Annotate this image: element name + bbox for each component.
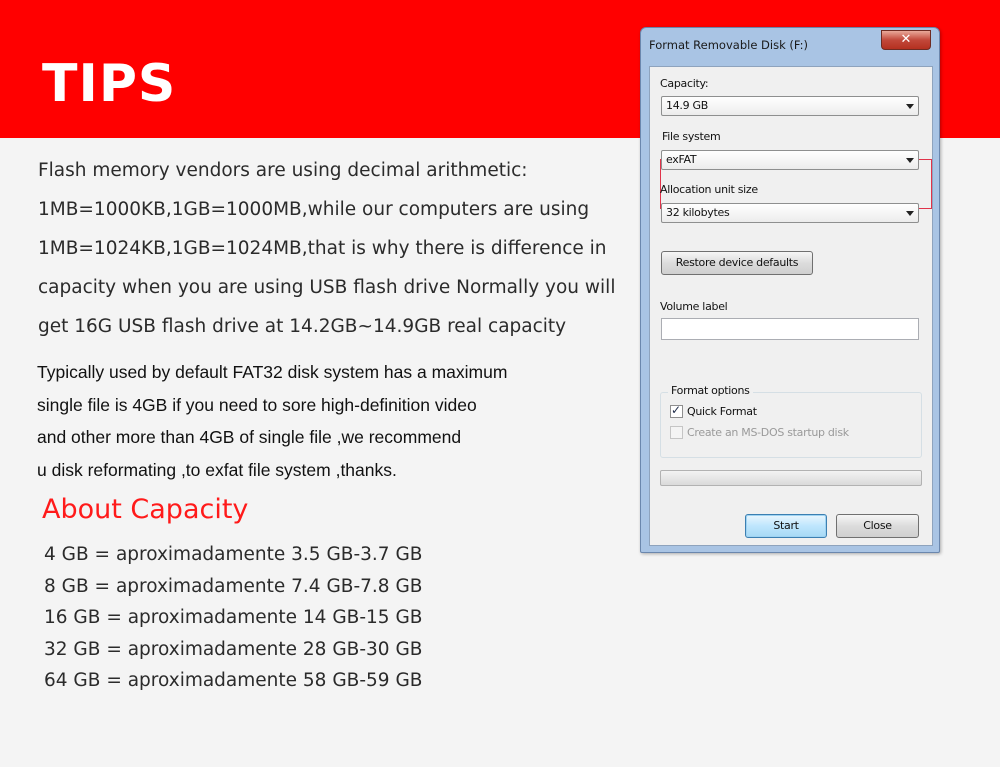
decimal-explanation: Flash memory vendors are using decimal a… xyxy=(38,155,638,350)
chevron-down-icon xyxy=(906,104,914,109)
intro-line: capacity when you are using USB flash dr… xyxy=(38,277,616,298)
about-capacity-title: About Capacity xyxy=(42,494,249,525)
filesystem-label: File system xyxy=(662,130,721,143)
close-icon[interactable]: ✕ xyxy=(881,30,931,50)
tips-title: TIPS xyxy=(42,54,177,114)
volume-label: Volume label xyxy=(660,300,728,313)
intro-line: get 16G USB flash drive at 14.2GB~14.9GB… xyxy=(38,316,567,337)
capacity-item: 64 GB = aproximadamente 58 GB-59 GB xyxy=(44,670,423,691)
start-button[interactable]: Start xyxy=(745,514,827,538)
capacity-value: 14.9 GB xyxy=(666,99,708,112)
volume-label-input[interactable] xyxy=(661,318,919,340)
filesystem-value: exFAT xyxy=(666,153,697,166)
quick-format-label[interactable]: Quick Format xyxy=(687,405,757,418)
format-progress-bar xyxy=(660,470,922,486)
capacity-item: 8 GB = aproximadamente 7.4 GB-7.8 GB xyxy=(44,575,423,597)
msdos-startup-checkbox xyxy=(670,426,683,439)
capacity-item: 4 GB = aproximadamente 3.5 GB-3.7 GB xyxy=(44,544,423,565)
format-options-label: Format options xyxy=(668,384,753,397)
fat32-line: u disk reformating ,to exfat file system… xyxy=(37,459,397,480)
capacity-item: 32 GB = aproximadamente 28 GB-30 GB xyxy=(44,638,423,660)
msdos-startup-label: Create an MS-DOS startup disk xyxy=(687,426,849,439)
dialog-title: Format Removable Disk (F:) xyxy=(649,38,808,52)
capacity-item: 16 GB = aproximadamente 14 GB-15 GB xyxy=(44,607,423,628)
fat32-line: and other more than 4GB of single file ,… xyxy=(37,427,462,447)
filesystem-select[interactable]: exFAT xyxy=(661,150,919,170)
fat32-explanation: Typically used by default FAT32 disk sys… xyxy=(37,358,627,488)
capacity-list: 4 GB = aproximadamente 3.5 GB-3.7 GB 8 G… xyxy=(44,540,422,698)
allocation-label: Allocation unit size xyxy=(660,183,758,196)
close-button[interactable]: Close xyxy=(836,514,919,538)
fat32-line: single file is 4GB if you need to sore h… xyxy=(37,394,477,415)
intro-line: 1MB=1000KB,1GB=1000MB,while our computer… xyxy=(38,199,590,220)
capacity-select[interactable]: 14.9 GB xyxy=(661,96,919,116)
format-options-group xyxy=(660,392,922,458)
allocation-value: 32 kilobytes xyxy=(666,206,730,219)
fat32-line: Typically used by default FAT32 disk sys… xyxy=(37,362,508,382)
quick-format-checkbox[interactable] xyxy=(670,403,683,418)
restore-defaults-button[interactable]: Restore device defaults xyxy=(661,251,813,275)
dialog-body: Capacity: 14.9 GB File system exFAT Allo… xyxy=(649,66,933,546)
allocation-select[interactable]: 32 kilobytes xyxy=(661,203,919,223)
chevron-down-icon xyxy=(906,158,914,163)
intro-line: Flash memory vendors are using decimal a… xyxy=(38,160,528,181)
intro-line: 1MB=1024KB,1GB=1024MB,that is why there … xyxy=(38,238,607,259)
chevron-down-icon xyxy=(906,211,914,216)
format-dialog: Format Removable Disk (F:) ✕ Capacity: 1… xyxy=(640,27,940,553)
capacity-label: Capacity: xyxy=(660,77,709,90)
